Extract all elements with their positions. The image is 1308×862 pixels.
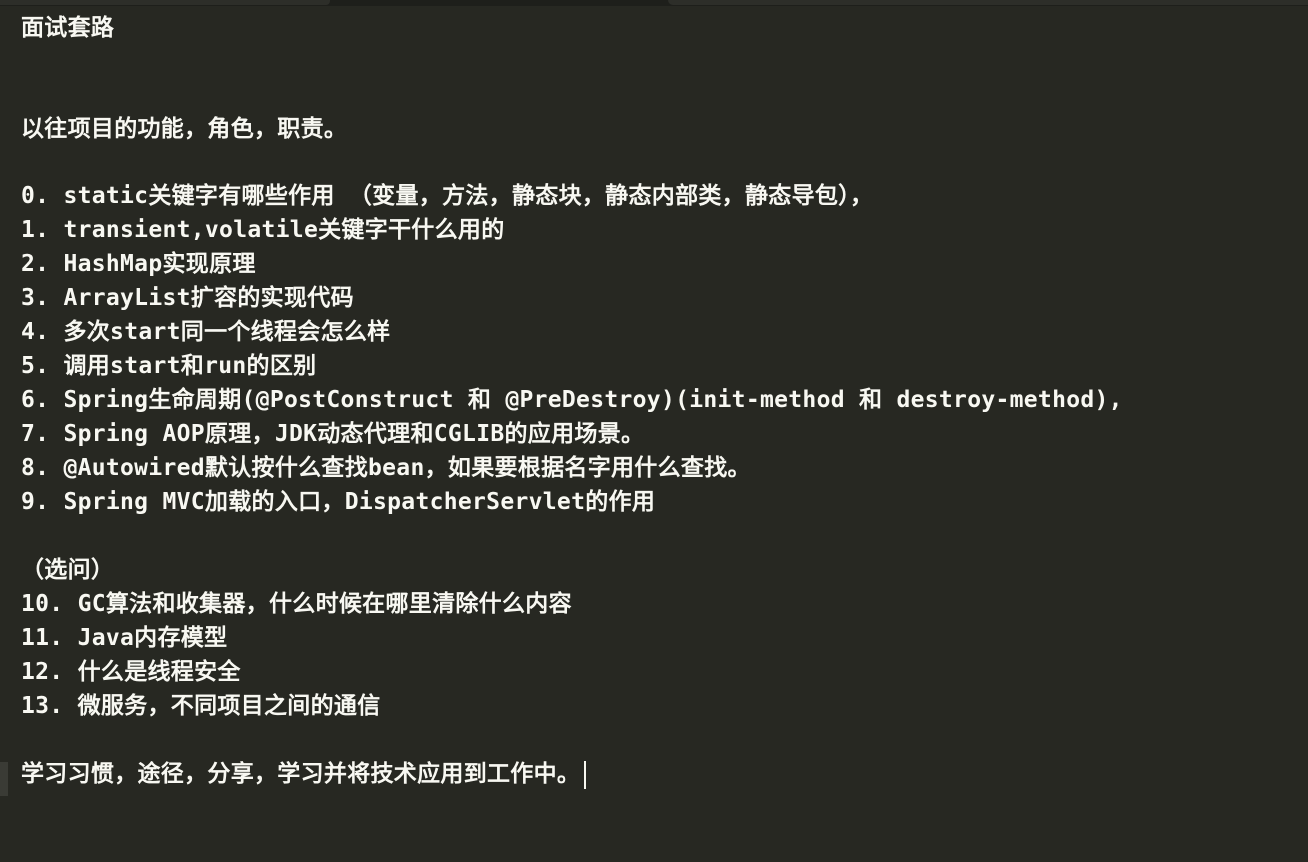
optional-question-line-12: 12. 什么是线程安全 (21, 659, 241, 685)
optional-question-line-10: 10. GC算法和收集器，什么时候在哪里清除什么内容 (21, 591, 572, 617)
intro-line: 以往项目的功能，角色，职责。 (21, 116, 348, 142)
closing-line: 学习习惯，途径，分享，学习并将技术应用到工作中。 (21, 757, 587, 791)
tab-right-edge (668, 0, 1308, 5)
optional-question-line-11: 11. Java内存模型 (21, 625, 228, 651)
current-line-marker (0, 762, 8, 796)
tab-left-edge (0, 0, 330, 5)
question-line-5: 5. 调用start和run的区别 (21, 353, 317, 379)
question-line-3: 3. ArrayList扩容的实现代码 (21, 285, 354, 311)
closing-line-text: 学习习惯，途径，分享，学习并将技术应用到工作中。 (21, 761, 581, 787)
question-line-4: 4. 多次start同一个线程会怎么样 (21, 319, 391, 345)
optional-heading: （选问） (21, 557, 115, 583)
text-editor[interactable]: 面试套路 以往项目的功能，角色，职责。 0. static关键字有哪些作用 （变… (0, 6, 1308, 862)
text-cursor (584, 760, 587, 789)
document-title: 面试套路 (21, 15, 115, 41)
question-line-6: 6. Spring生命周期(@PostConstruct 和 @PreDestr… (21, 387, 1123, 413)
question-line-8: 8. @Autowired默认按什么查找bean，如果要根据名字用什么查找。 (21, 455, 751, 481)
question-line-1: 1. transient,volatile关键字干什么用的 (21, 217, 505, 243)
question-line-9: 9. Spring MVC加载的入口，DispatcherServlet的作用 (21, 489, 656, 515)
question-line-2: 2. HashMap实现原理 (21, 251, 256, 277)
question-line-0: 0. static关键字有哪些作用 （变量，方法，静态块，静态内部类，静态导包）… (21, 183, 874, 209)
question-line-7: 7. Spring AOP原理，JDK动态代理和CGLIB的应用场景。 (21, 421, 645, 447)
optional-question-line-13: 13. 微服务，不同项目之间的通信 (21, 693, 381, 719)
